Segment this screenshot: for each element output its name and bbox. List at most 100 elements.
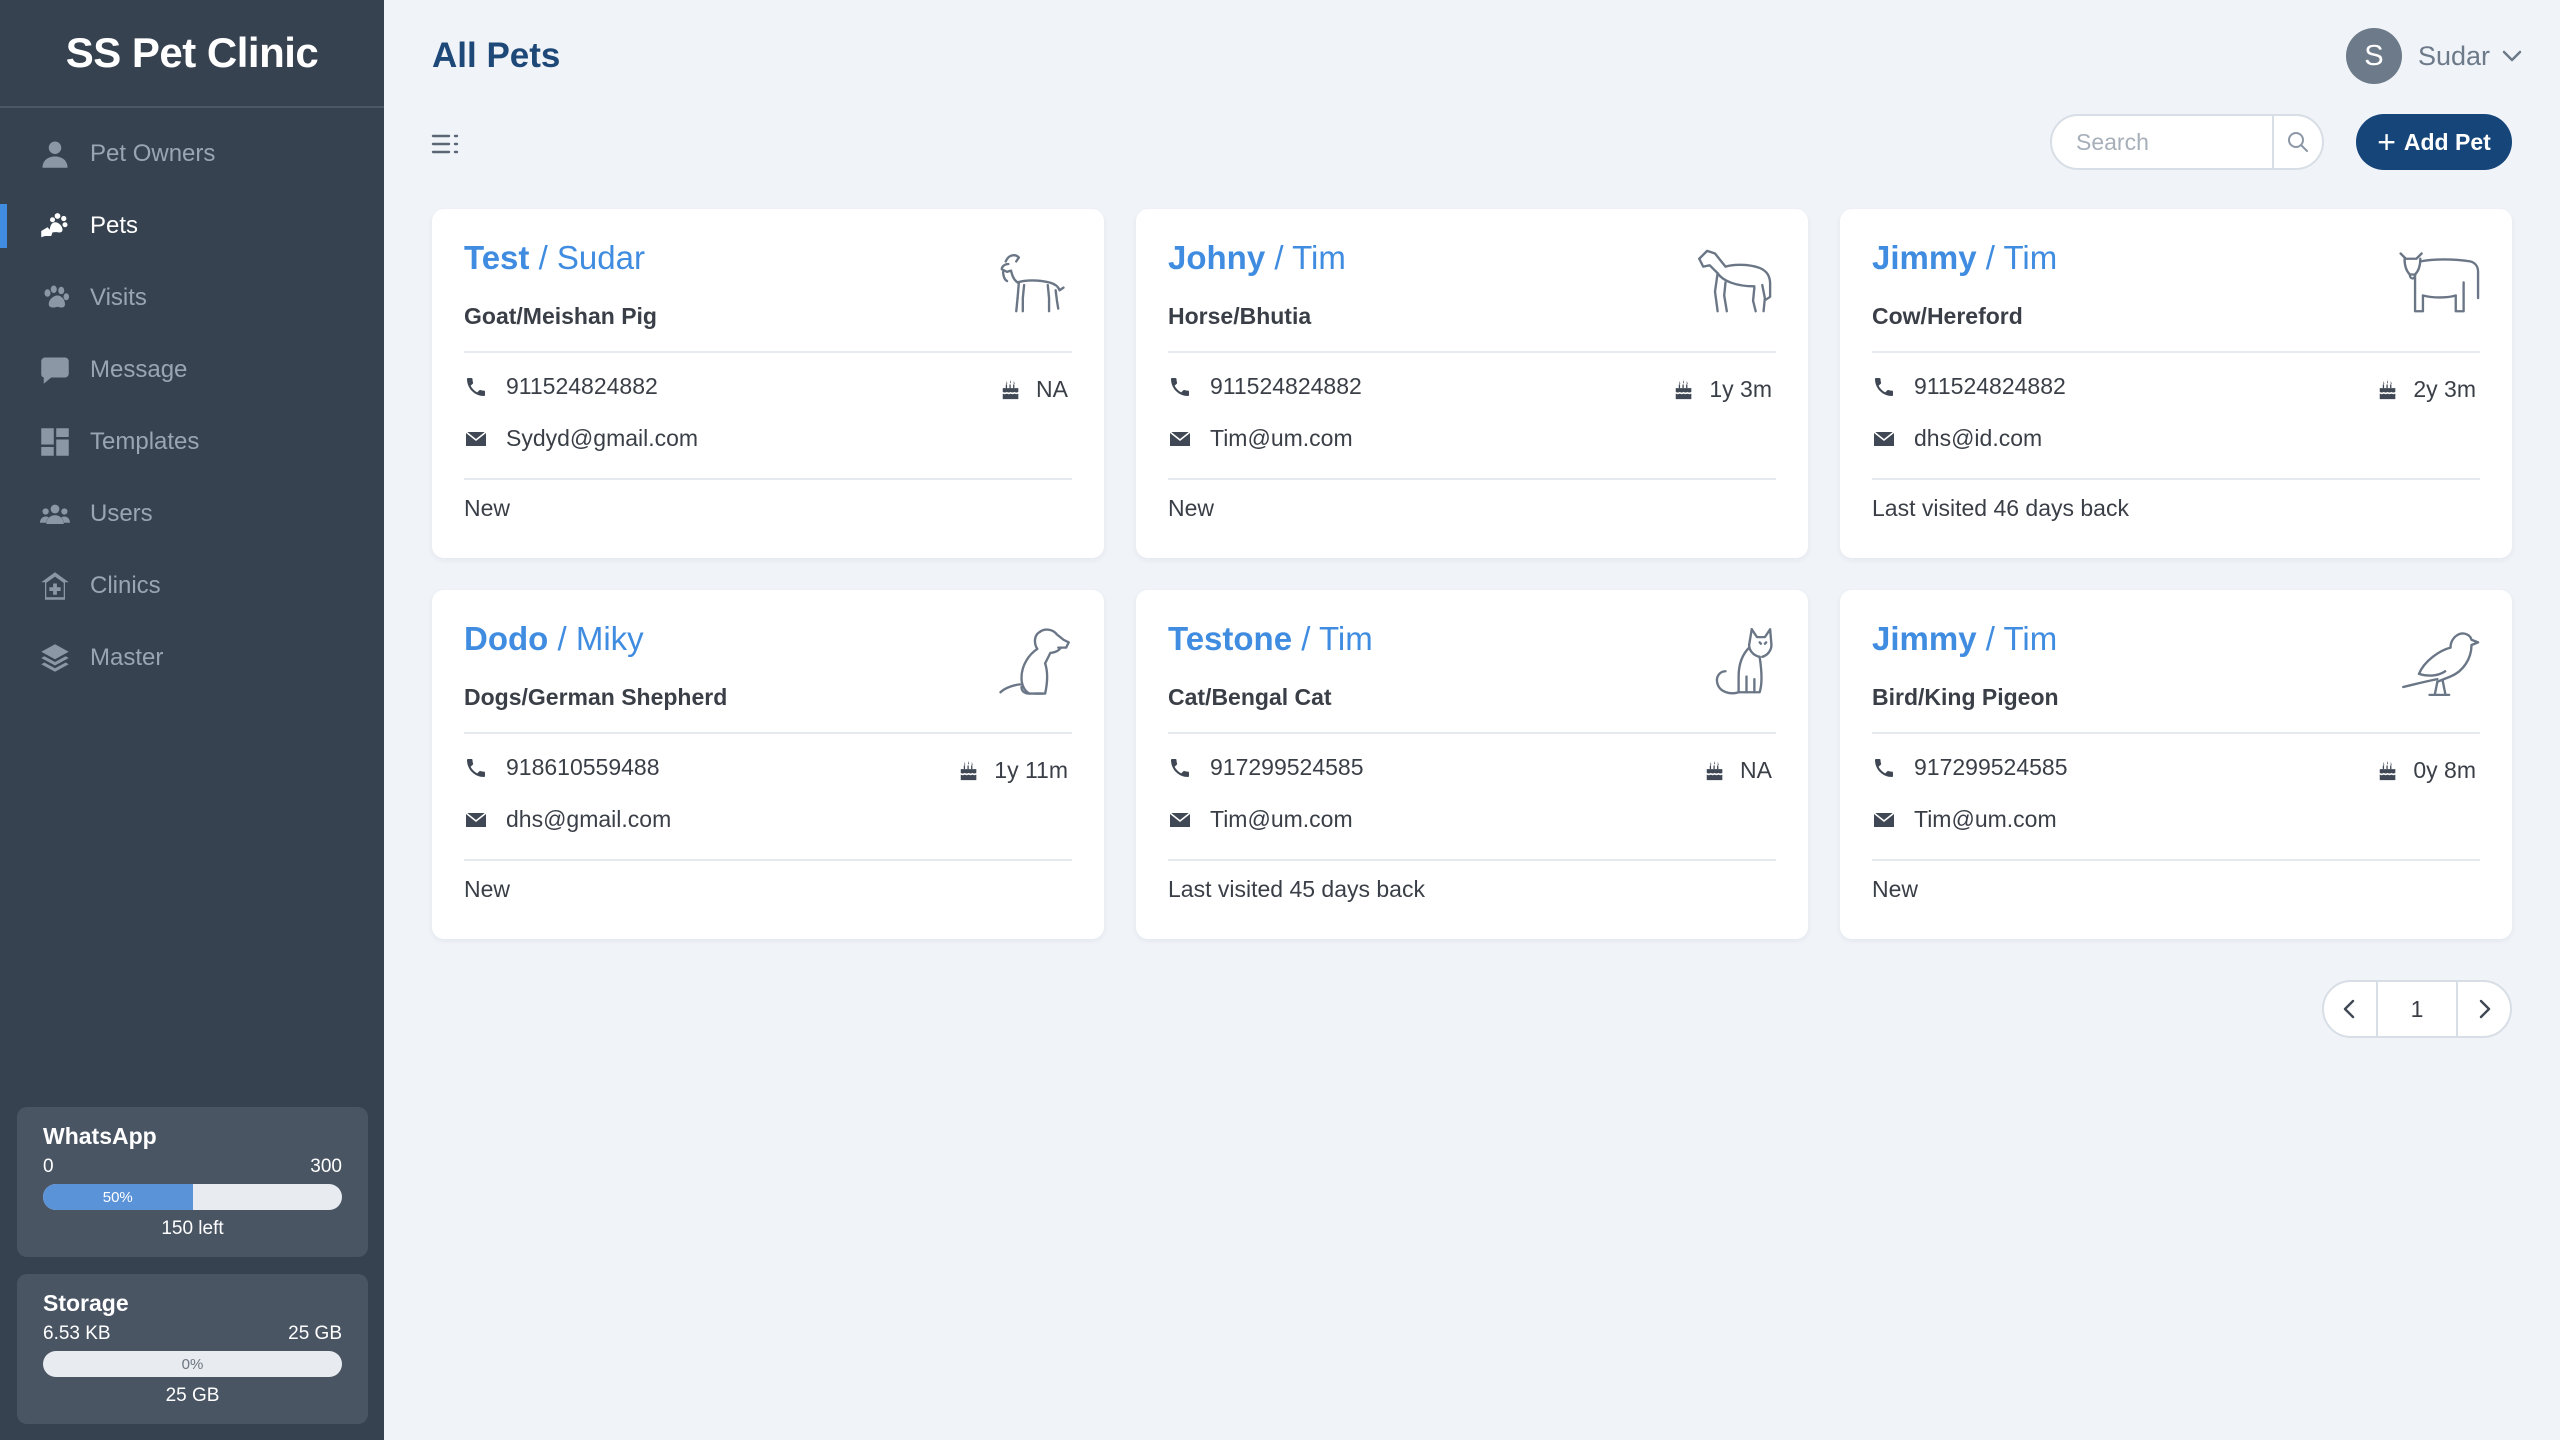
name-separator: / — [1265, 239, 1293, 276]
storage-progress-label: 0% — [181, 1355, 204, 1373]
sidebar-nav: Pet Owners Pets Visits Message Templates — [0, 108, 384, 694]
menu-toggle-icon[interactable] — [430, 128, 462, 160]
sidebar-item-label: Pets — [90, 212, 139, 239]
divider — [464, 859, 1072, 861]
sidebar-item-label: Templates — [90, 428, 200, 455]
add-pet-button[interactable]: + Add Pet — [2356, 114, 2512, 170]
pet-phone: 917299524585 — [1872, 754, 2068, 781]
visit-status: New — [464, 876, 511, 902]
pet-age: 1y 3m — [1673, 376, 1772, 403]
pet-breed: Cow/Hereford — [1872, 303, 2023, 329]
phone-icon — [1171, 377, 1189, 396]
pet-card-title: Test / Sudar — [464, 239, 645, 277]
search-input[interactable] — [2052, 116, 2272, 168]
age-value: 1y 3m — [1709, 376, 1772, 402]
chevron-right-icon — [2479, 999, 2491, 1019]
pet-card[interactable]: Test / Sudar Goat/Meishan Pig 9115248248… — [432, 209, 1104, 558]
pet-phone: 911524824882 — [1168, 373, 1362, 400]
chat-icon — [40, 355, 70, 385]
phone-number: 911524824882 — [1210, 373, 1362, 399]
pet-phone: 911524824882 — [1872, 373, 2066, 400]
pet-card[interactable]: Testone / Tim Cat/Bengal Cat 91729952458… — [1136, 590, 1808, 939]
user-name: Sudar — [2417, 40, 2490, 71]
plus-icon: + — [2377, 124, 2396, 160]
phone-number: 917299524585 — [1914, 754, 2068, 780]
owner-name: Tim — [1319, 620, 1373, 657]
pet-name: Dodo — [464, 620, 549, 657]
pet-name: Jimmy — [1872, 620, 1977, 657]
pet-name: Testone — [1168, 620, 1293, 657]
app-title: SS Pet Clinic — [65, 29, 319, 76]
pet-age: NA — [1704, 757, 1772, 784]
sidebar-item-clinics[interactable]: Clinics — [0, 550, 384, 622]
phone-number: 917299524585 — [1210, 754, 1364, 780]
phone-number: 911524824882 — [506, 373, 658, 399]
pet-name: Jimmy — [1872, 239, 1977, 276]
age-value: 2y 3m — [2413, 376, 2476, 402]
sidebar: SS Pet Clinic Pet Owners Pets Visits Mes… — [0, 0, 384, 1440]
cat-icon — [1715, 628, 1773, 695]
whatsapp-quota-title: WhatsApp — [43, 1123, 157, 1149]
pet-card[interactable]: Dodo / Miky Dogs/German Shepherd 9186105… — [432, 590, 1104, 939]
email-icon — [1873, 430, 1895, 446]
sidebar-item-templates[interactable]: Templates — [0, 406, 384, 478]
search-box — [2050, 114, 2324, 170]
email-icon — [1873, 811, 1895, 827]
previous-page-button[interactable] — [2324, 982, 2376, 1036]
storage-quota-range: 6.53 KB 25 GB — [43, 1323, 342, 1345]
sidebar-item-message[interactable]: Message — [0, 334, 384, 406]
next-page-button[interactable] — [2458, 982, 2510, 1036]
page-number[interactable]: 1 — [2376, 982, 2458, 1036]
pet-card-title: Jimmy / Tim — [1872, 239, 2057, 277]
pet-breed: Bird/King Pigeon — [1872, 684, 2059, 710]
visit-status: New — [1872, 876, 1919, 902]
whatsapp-progress-label: 50% — [102, 1188, 133, 1206]
divider — [1872, 732, 2480, 734]
email-address: Sydyd@gmail.com — [506, 425, 699, 451]
email-icon — [465, 811, 487, 827]
name-separator: / — [1976, 239, 2004, 276]
pet-age: 2y 3m — [2377, 376, 2476, 403]
email-icon — [465, 430, 487, 446]
cake-icon — [2380, 379, 2396, 399]
sidebar-item-master[interactable]: Master — [0, 622, 384, 694]
storage-used: 6.53 KB — [43, 1323, 111, 1344]
sidebar-item-label: Message — [90, 356, 188, 383]
pet-card-title: Dodo / Miky — [464, 620, 644, 658]
phone-icon — [1171, 758, 1189, 777]
sidebar-item-users[interactable]: Users — [0, 478, 384, 550]
divider — [464, 478, 1072, 480]
email-address: dhs@id.com — [1914, 425, 2043, 451]
visit-status: Last visited 46 days back — [1872, 495, 2129, 521]
sidebar-item-visits[interactable]: Visits — [0, 262, 384, 334]
whatsapp-remaining: 150 left — [161, 1218, 224, 1239]
pet-card[interactable]: Jimmy / Tim Cow/Hereford 911524824882 dh… — [1840, 209, 2512, 558]
cow-icon — [2399, 252, 2480, 313]
name-separator: / — [1976, 620, 2004, 657]
user-menu[interactable]: S Sudar — [2345, 28, 2524, 84]
divider — [1872, 859, 2480, 861]
storage-quota-title: Storage — [43, 1290, 129, 1316]
pet-card[interactable]: Jimmy / Tim Bird/King Pigeon 91729952458… — [1840, 590, 2512, 939]
email-address: Tim@um.com — [1914, 806, 2057, 832]
sidebar-item-pet-owners[interactable]: Pet Owners — [0, 118, 384, 190]
pet-email: Tim@um.com — [1168, 425, 1353, 452]
avatar: S — [2345, 28, 2402, 84]
dog-icon — [999, 628, 1070, 695]
email-icon — [1169, 811, 1191, 827]
whatsapp-quota-min: 0 — [43, 1156, 54, 1177]
visit-status: New — [464, 495, 511, 521]
owner-name: Tim — [2003, 239, 2058, 276]
pet-card-title: Johny / Tim — [1168, 239, 1346, 277]
pet-card[interactable]: Johny / Tim Horse/Bhutia 911524824882 Ti… — [1136, 209, 1808, 558]
email-address: Tim@um.com — [1210, 806, 1353, 832]
pet-email: Sydyd@gmail.com — [464, 425, 698, 452]
search-button[interactable] — [2272, 116, 2322, 168]
users-icon — [40, 499, 70, 529]
storage-progress-bar: 0% — [43, 1351, 342, 1377]
owner-name: Sudar — [556, 239, 645, 276]
name-separator: / — [548, 620, 576, 657]
visit-status: Last visited 45 days back — [1168, 876, 1425, 902]
add-pet-label: Add Pet — [2403, 128, 2491, 155]
sidebar-item-pets[interactable]: Pets — [0, 190, 384, 262]
